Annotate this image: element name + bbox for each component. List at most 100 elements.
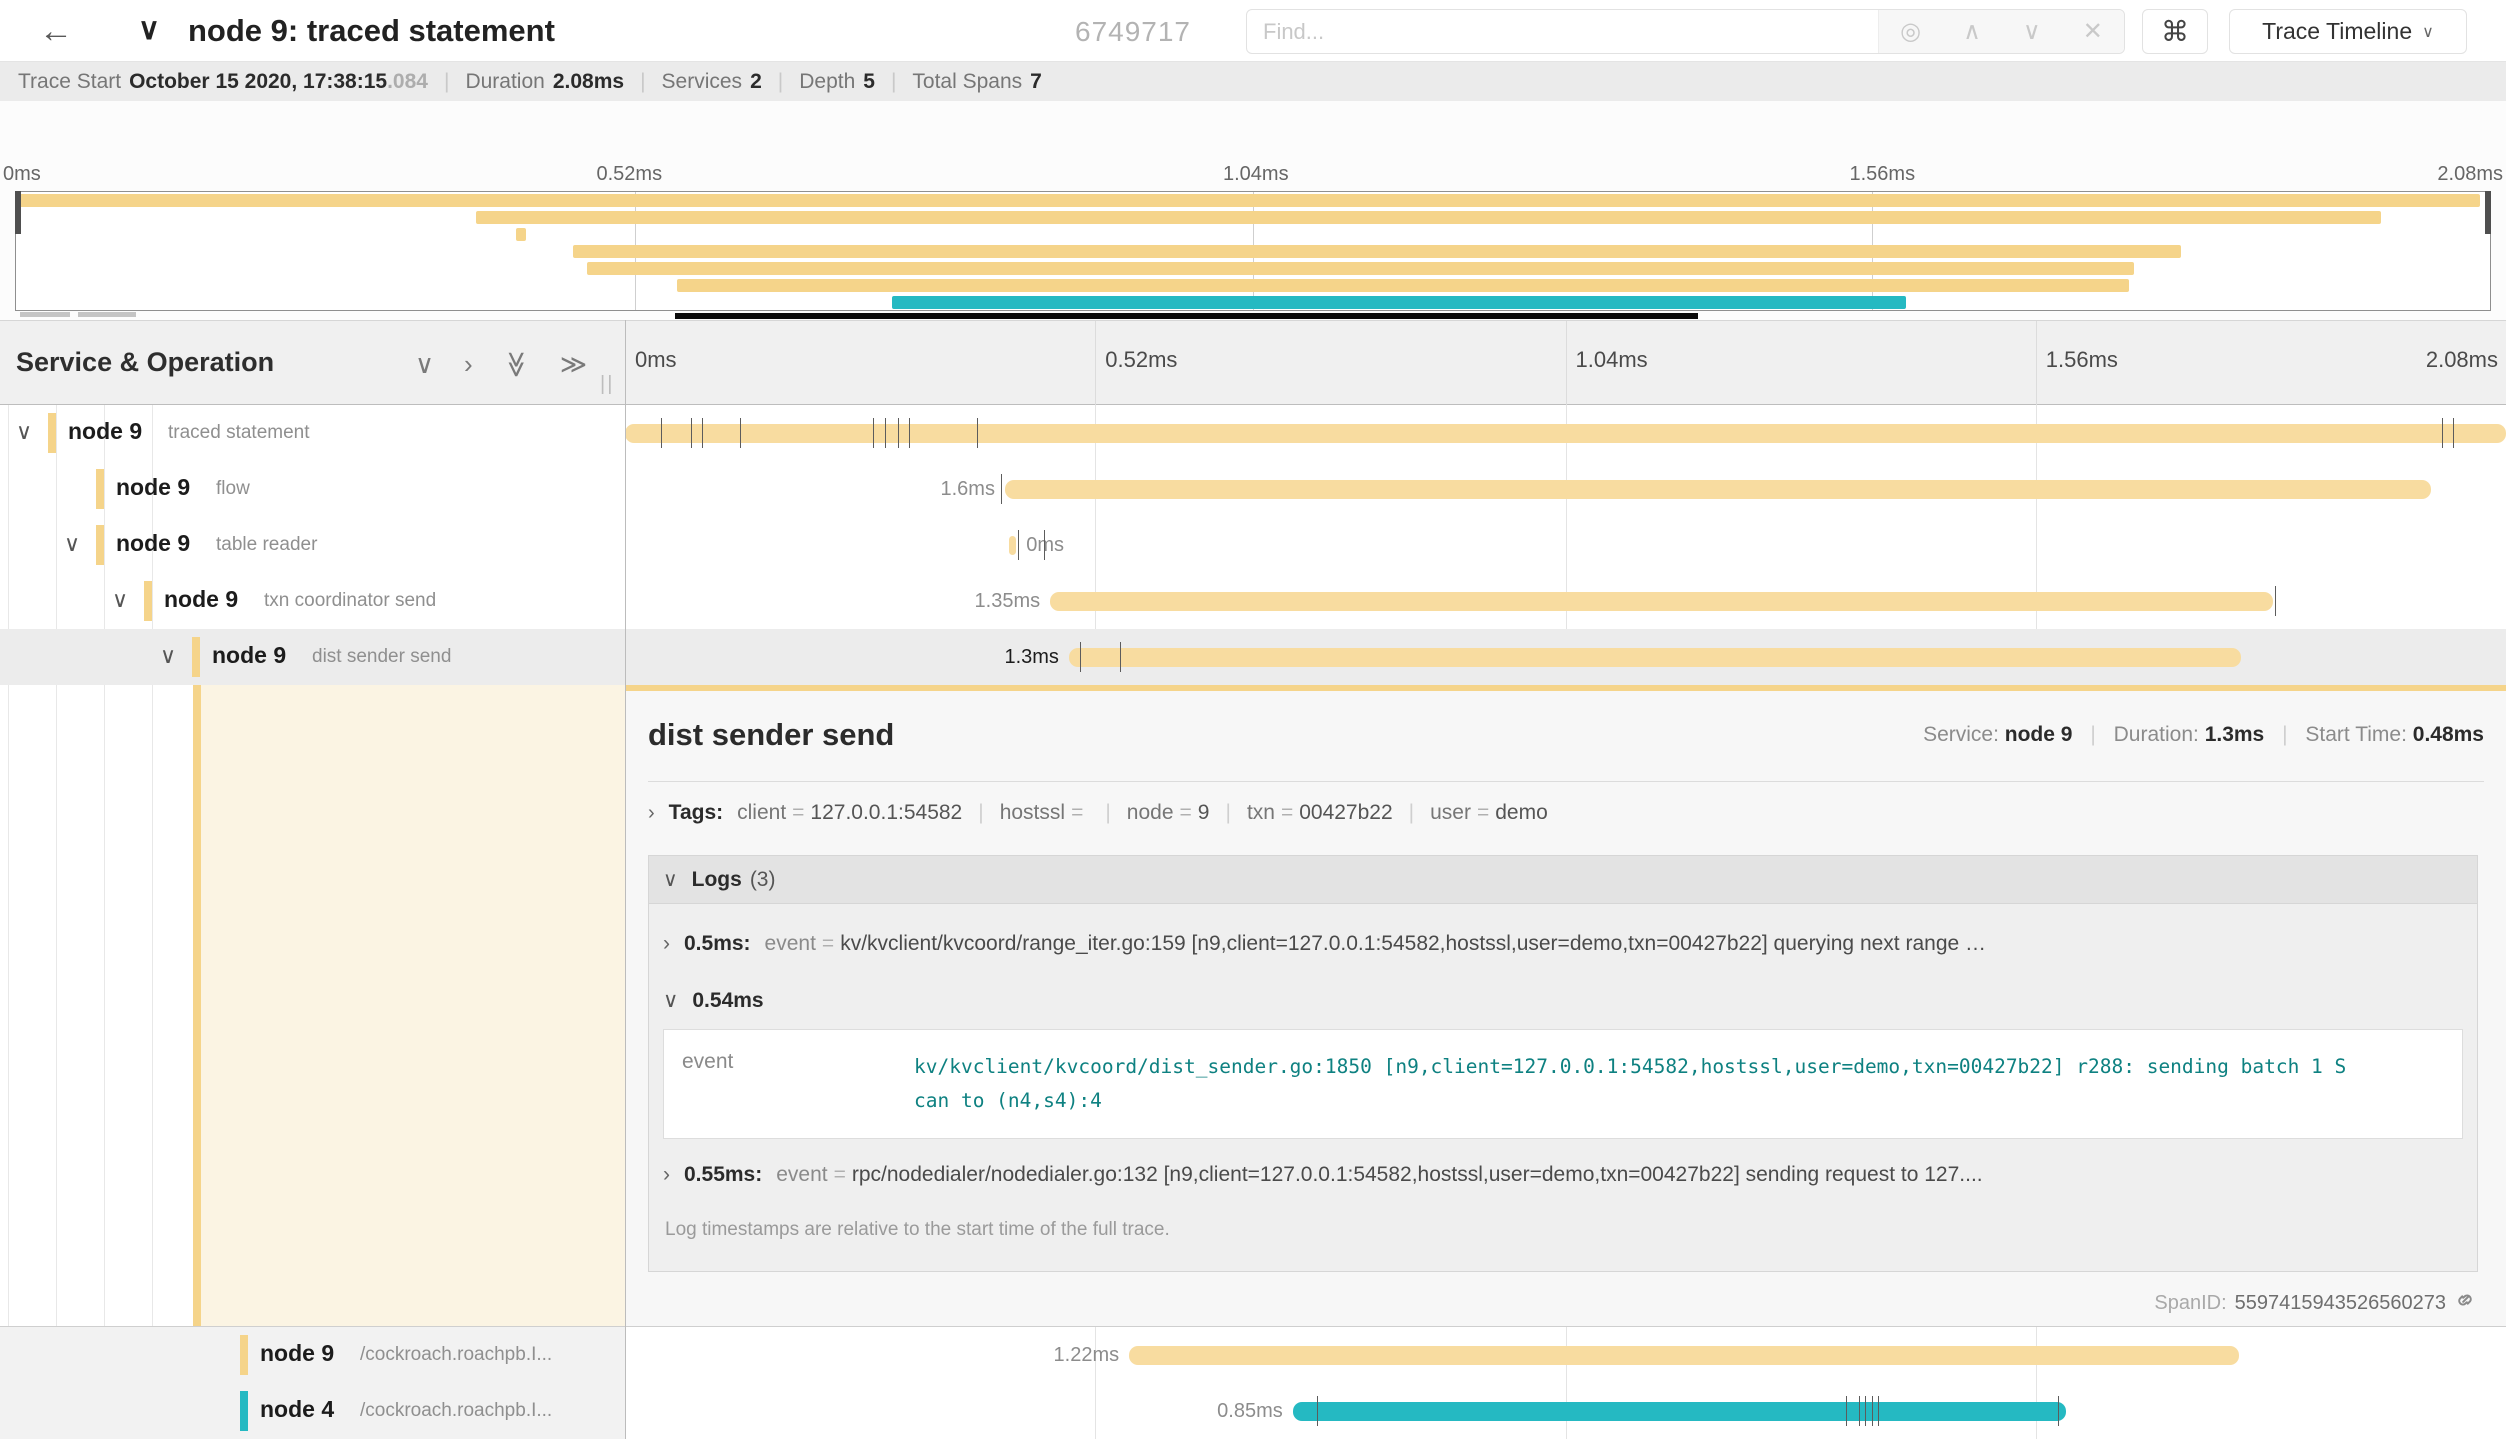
collapse-all-icon[interactable]: ≫ [501,351,532,378]
span-timeline-track[interactable]: 1.35ms [625,573,2506,629]
log-entry-row[interactable]: ›0.55ms:event=rpc/nodedialer/nodedialer.… [663,1145,2463,1205]
span-timeline-track[interactable] [625,405,2506,461]
span-log-tick [1865,1396,1866,1426]
span-row[interactable]: ∨node 9table reader0ms [0,517,2506,573]
expand-one-icon[interactable]: › [464,349,473,380]
minimap-span-row [16,260,2490,277]
span-tree-cell[interactable]: ∨node 9txn coordinator send [0,573,625,629]
span-duration-bar[interactable] [1050,592,2273,611]
minimap-viewport-bar[interactable] [675,313,1698,319]
span-row[interactable]: ∨node 9txn coordinator send 1.35ms [0,573,2506,629]
tag-item[interactable]: node=9 [1127,801,1210,825]
keyboard-shortcuts-button[interactable]: ⌘ [2142,9,2208,54]
minimap-span-bar [16,194,2480,207]
minimap-span-row [16,294,2490,311]
minimap-track-mark [78,312,136,317]
span-detail-title: dist sender send [648,717,894,753]
timeline-tick-label: 2.08ms [2426,347,2498,373]
column-resize-handle[interactable]: || [600,373,614,396]
span-timeline-track[interactable]: 1.6ms [625,461,2506,517]
minimap-span-bar [587,262,2133,275]
minimap-tick-label: 1.04ms [1223,163,1289,186]
span-duration-label: 0.85ms [1217,1400,1283,1423]
back-button[interactable]: ← [28,8,84,54]
span-tree-cell[interactable]: ∨node 9table reader [0,517,625,573]
span-row[interactable]: node 9flow1.6ms [0,461,2506,517]
collapse-one-icon[interactable]: ∨ [415,349,434,380]
span-collapse-icon[interactable]: ∨ [112,587,128,613]
span-log-tick [2275,586,2276,616]
minimap-left-scrubber[interactable] [15,191,21,234]
span-collapse-icon[interactable]: ∨ [16,419,32,445]
span-timeline-track[interactable]: 1.22ms [625,1327,2506,1383]
span-tree-cell[interactable]: node 9/cockroach.roachpb.I... [0,1327,625,1383]
span-row[interactable]: ∨node 9dist sender send1.3ms [0,629,2506,685]
span-duration-label: 1.35ms [975,590,1041,613]
clear-find-icon[interactable]: ✕ [2083,17,2103,46]
span-duration-bar[interactable] [1069,648,2241,667]
summary-separator: | [444,70,449,94]
tag-separator: | [1409,801,1414,825]
span-row[interactable]: node 9/cockroach.roachpb.I...1.22ms [0,1327,2506,1383]
span-timeline-track[interactable]: 0.85ms [625,1383,2506,1439]
minimap-span-row [16,243,2490,260]
span-tree-cell[interactable]: node 9flow [0,461,625,517]
span-timeline-track[interactable]: 1.3ms [625,629,2506,685]
link-icon[interactable] [2454,1289,2476,1317]
timeline-minimap: 0ms0.52ms1.04ms1.56ms2.08ms [0,101,2506,320]
span-row[interactable]: ∨node 9traced statement [0,405,2506,461]
span-rows: ∨node 9traced statementnode 9flow1.6ms∨n… [0,405,2506,685]
span-duration-bar[interactable] [625,424,2506,443]
span-duration-bar[interactable] [1129,1346,2239,1365]
prev-match-icon[interactable]: ∧ [1963,17,1981,46]
log-entry-row[interactable]: ›0.5ms:event=kv/kvclient/kvcoord/range_i… [663,914,2463,974]
logs-header[interactable]: ∨ Logs (3) [649,856,2477,904]
tag-item[interactable]: hostssl= [1000,801,1090,825]
summary-item-label: Duration [465,70,544,94]
chevron-down-icon: ∨ [2422,22,2434,42]
minimap-span-bar [516,228,526,241]
next-match-icon[interactable]: ∨ [2023,17,2041,46]
tag-value: demo [1495,801,1548,824]
expand-all-icon[interactable]: ≫ [560,349,587,380]
span-timeline-track[interactable]: 0ms [625,517,2506,573]
trace-id: 6749717 [1075,16,1191,48]
span-log-tick [977,418,978,448]
tag-item[interactable]: txn=00427b22 [1247,801,1393,825]
log-entry-key: event [765,932,816,956]
span-duration-bar[interactable] [1293,1402,2066,1421]
minimap-right-scrubber[interactable] [2485,191,2491,234]
logs-label: Logs [692,868,742,892]
span-log-tick [702,418,703,448]
span-duration-bar[interactable] [1009,536,1017,555]
trace-collapse-icon[interactable]: ∨ [138,12,160,47]
minimap-tick-label: 0.52ms [597,163,663,186]
find-input[interactable] [1247,10,1878,53]
span-collapse-icon[interactable]: ∨ [64,531,80,557]
span-id-row: SpanID: 5597415943526560273 [2154,1289,2476,1317]
span-collapse-icon[interactable]: ∨ [160,643,176,669]
tag-item[interactable]: user=demo [1430,801,1548,825]
trace-view-selector[interactable]: Trace Timeline ∨ [2229,9,2467,54]
summary-item-label: Total Spans [912,70,1022,94]
span-tree-cell[interactable]: ∨node 9traced statement [0,405,625,461]
summary-item-label: Depth [799,70,855,94]
span-row[interactable]: node 4/cockroach.roachpb.I... 0.85ms [0,1383,2506,1439]
tag-key: hostssl [1000,801,1065,824]
tag-equals: = [1281,801,1293,824]
span-tree-cell[interactable]: node 4/cockroach.roachpb.I... [0,1383,625,1439]
panel-divider[interactable] [625,320,626,1439]
match-target-icon[interactable]: ◎ [1900,17,1921,46]
span-service-name: node 9 [68,418,142,445]
summary-item-value: 5 [863,70,875,94]
span-detail-overview: Service: node 9 | Duration: 1.3ms | Star… [1923,723,2484,747]
span-tree-cell[interactable]: ∨node 9dist sender send [0,629,625,685]
tag-value: 127.0.0.1:54582 [810,801,962,824]
minimap-span-bar [677,279,2129,292]
tags-row[interactable]: › Tags: client=127.0.0.1:54582|hostssl=|… [648,801,1548,825]
span-log-tick [661,418,662,448]
tag-item[interactable]: client=127.0.0.1:54582 [737,801,962,825]
minimap-canvas[interactable] [15,191,2491,311]
log-entry-expanded-header[interactable]: ∨0.54ms [663,974,2463,1025]
span-duration-bar[interactable] [1005,480,2431,499]
